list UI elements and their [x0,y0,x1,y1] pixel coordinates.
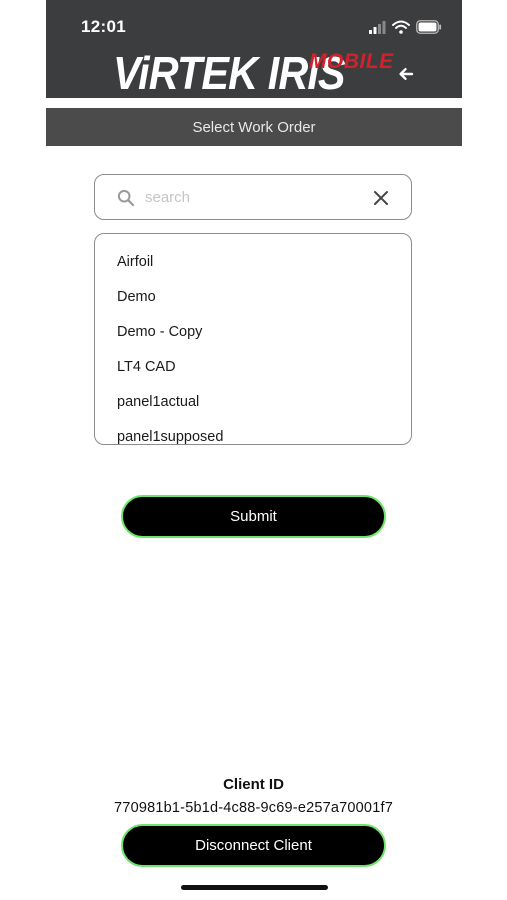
app-logo: ViRTEK IRIS MOBILE [113,48,393,98]
home-indicator[interactable] [181,885,328,890]
submit-button[interactable]: Submit [121,495,386,538]
list-item[interactable]: Airfoil [117,254,153,270]
status-time: 12:01 [81,17,126,36]
close-icon[interactable] [373,190,389,206]
work-order-list[interactable]: Airfoil Demo Demo - Copy LT4 CAD panel1a… [94,233,412,445]
signal-icon [369,21,386,34]
client-id-label: Client ID [223,776,284,793]
back-arrow-icon[interactable] [398,66,414,82]
list-item[interactable]: Demo - Copy [117,324,202,340]
search-icon [117,189,135,207]
search-box[interactable] [94,174,412,220]
logo-sub-text: MOBILE [309,50,394,73]
list-item[interactable]: panel1actual [117,394,199,410]
title-bar: Select Work Order [46,108,462,146]
page-title: Select Work Order [192,118,316,136]
app-header: 12:01 ViRTEK IRIS MOBILE [46,0,462,98]
list-item[interactable]: Demo [117,289,156,305]
battery-icon [416,20,442,34]
disconnect-client-button[interactable]: Disconnect Client [121,824,386,867]
status-icons [368,18,442,36]
wifi-icon [392,20,410,34]
client-id-value: 770981b1-5b1d-4c88-9c69-e257a70001f7 [114,800,393,816]
list-item[interactable]: LT4 CAD [117,359,176,375]
search-input[interactable] [145,185,355,209]
list-item[interactable]: panel1supposed [117,429,223,444]
app-screen: 12:01 ViRTEK IRIS MOBILE Select Work Ord… [0,0,507,900]
